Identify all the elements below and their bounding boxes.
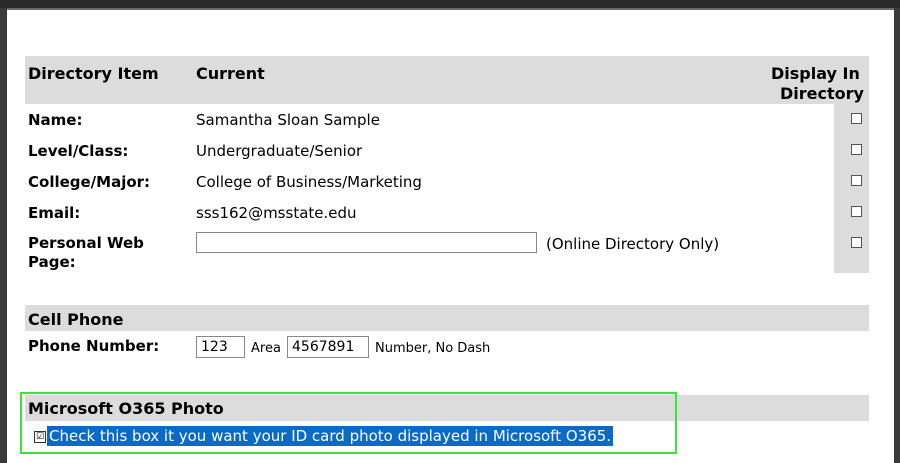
display-name-checkbox[interactable]	[851, 113, 862, 124]
display-email-checkbox[interactable]	[851, 206, 862, 217]
college-major-value: College of Business/Marketing	[196, 173, 422, 191]
web-page-input[interactable]	[196, 232, 537, 253]
email-label: Email:	[28, 204, 81, 222]
header-directory: Directory	[780, 84, 864, 103]
level-class-value: Undergraduate/Senior	[196, 142, 363, 160]
directory-panel: Directory Item Current Display In Direct…	[7, 8, 894, 463]
phone-number-label: Phone Number:	[28, 337, 160, 355]
web-page-note: (Online Directory Only)	[546, 235, 720, 253]
header-current: Current	[196, 64, 265, 83]
number-label: Number, No Dash	[375, 341, 491, 356]
college-major-label: College/Major:	[28, 173, 151, 191]
name-label: Name:	[28, 111, 83, 129]
display-level-checkbox[interactable]	[851, 144, 862, 155]
web-page-label-line2: Page:	[28, 253, 76, 271]
phone-number-input[interactable]	[287, 336, 369, 358]
header-directory-item: Directory Item	[28, 64, 159, 83]
area-label: Area	[251, 341, 281, 356]
display-web-page-checkbox[interactable]	[851, 237, 862, 248]
area-code-input[interactable]	[196, 336, 245, 358]
window-top-strip	[0, 0, 900, 8]
header-display-in: Display In	[771, 64, 860, 83]
cell-phone-title: Cell Phone	[28, 310, 124, 329]
level-class-label: Level/Class:	[28, 142, 129, 160]
web-page-label-line1: Personal Web	[28, 234, 144, 252]
callout-highlight-box	[20, 392, 677, 454]
cell-phone-section-bar	[25, 305, 869, 331]
name-value: Samantha Sloan Sample	[196, 111, 380, 129]
email-value: sss162@msstate.edu	[196, 204, 357, 222]
display-college-checkbox[interactable]	[851, 175, 862, 186]
